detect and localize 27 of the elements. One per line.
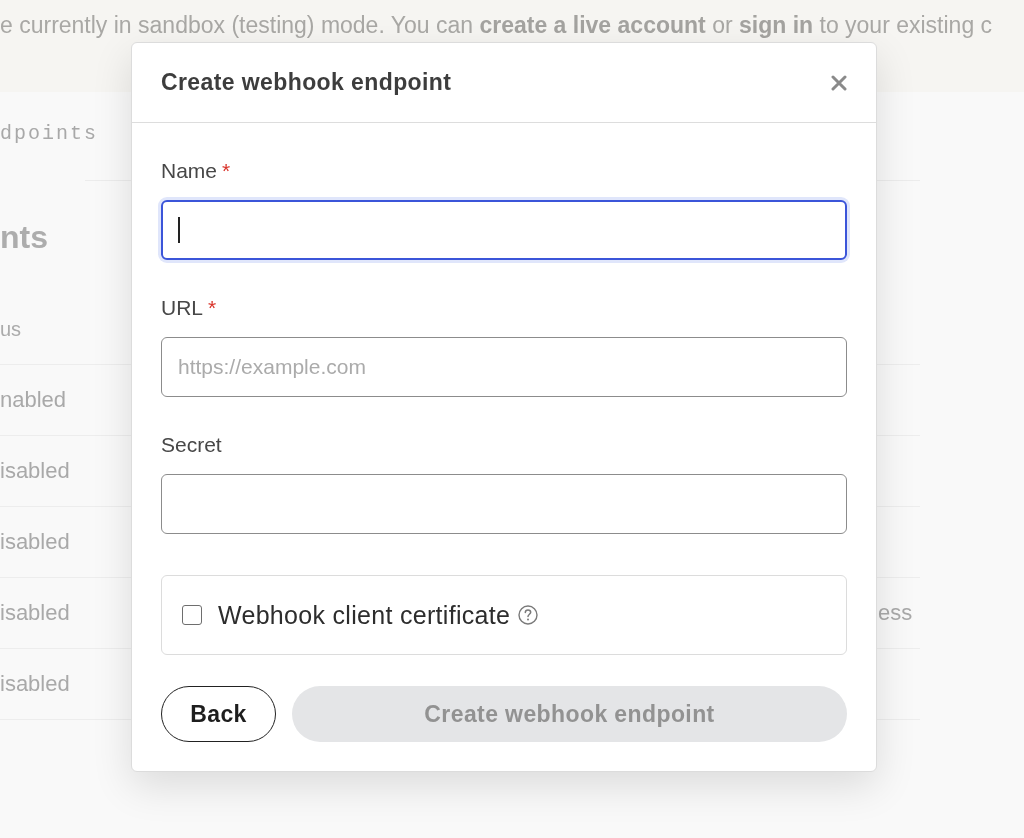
breadcrumb-link[interactable]: dpoints xyxy=(0,122,98,146)
table-cell: isabled xyxy=(0,671,70,697)
notice-link[interactable]: sign in xyxy=(739,12,814,38)
page-heading: nts xyxy=(0,218,48,257)
help-icon[interactable] xyxy=(518,605,539,625)
field-label: Secret xyxy=(161,433,222,457)
checkbox[interactable] xyxy=(182,605,202,625)
field-label: URL xyxy=(161,296,203,320)
table-cell: isabled xyxy=(0,600,70,626)
table-cell: ess xyxy=(878,600,913,626)
input-field[interactable] xyxy=(161,474,847,534)
checkbox-label: Webhook client certificate xyxy=(218,600,511,630)
required-marker: * xyxy=(222,159,231,183)
table-cell: nabled xyxy=(0,387,67,413)
column-header: us xyxy=(0,317,22,341)
input-field[interactable] xyxy=(161,200,847,260)
field-label: Name xyxy=(161,159,218,183)
sandbox-notice: e currently in sandbox (testing) mode. You can create a live account or sign in to your existing c xyxy=(0,13,993,37)
close-icon[interactable] xyxy=(831,74,847,91)
dialog-title: Create webhook endpoint xyxy=(161,69,452,96)
table-cell: isabled xyxy=(0,529,70,555)
back-button[interactable]: Back xyxy=(161,686,276,742)
notice-link[interactable]: create a live account xyxy=(479,12,706,38)
table-cell: isabled xyxy=(0,458,70,484)
required-marker: * xyxy=(208,296,217,320)
input-field[interactable]: https://example.com xyxy=(161,337,847,397)
text-cursor-icon xyxy=(178,217,180,243)
